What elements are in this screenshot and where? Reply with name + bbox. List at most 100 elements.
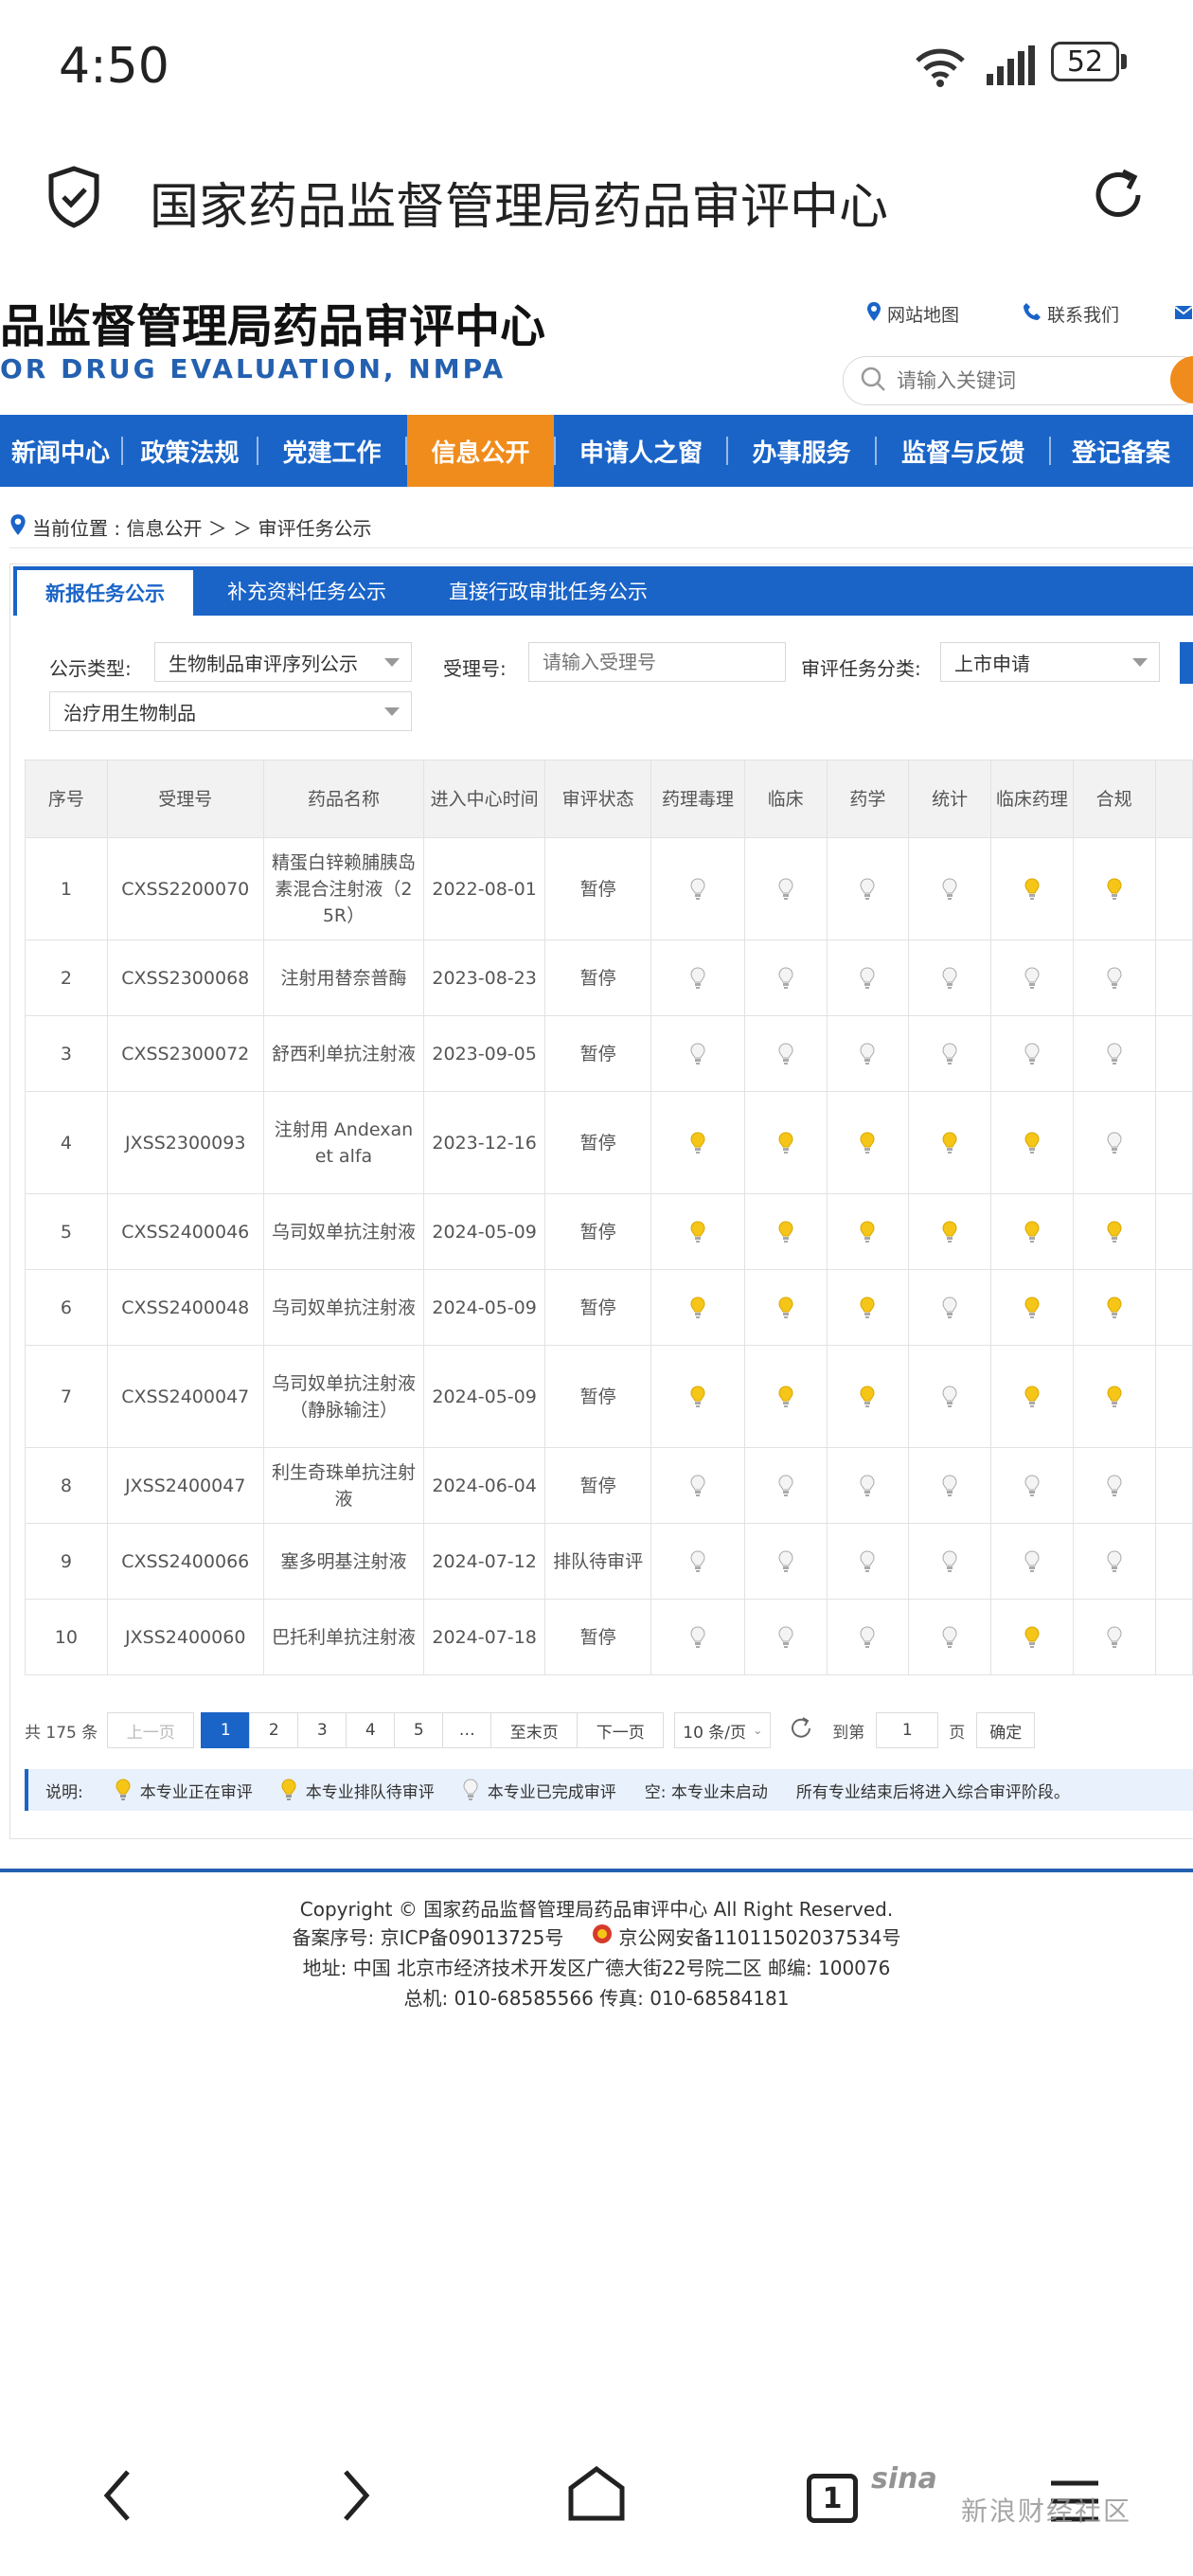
acceptance-number-input[interactable] [528,642,786,682]
filter-category-label: 审评任务分类: [801,657,921,680]
footer-police-record[interactable]: 京公网安备11011502037534号 [592,1923,900,1950]
cell-status-light [650,1015,745,1092]
cell-name[interactable]: 巴托利单抗注射液 [262,1599,425,1675]
cell-status-light [826,1269,910,1346]
cell-status-light [826,837,910,940]
cell-no: 2 [25,939,108,1016]
cell-status-light [650,939,745,1016]
browser-page-title[interactable]: 国家药品监督管理局药品审评中心 [150,167,888,238]
reload-icon[interactable] [1089,166,1148,228]
cell-name[interactable]: 精蛋白锌赖脯胰岛素混合注射液（25R） [262,837,425,940]
mail-icon[interactable] [1174,305,1193,324]
bulb-done-icon [1107,1132,1122,1154]
prev-page-button[interactable]: 上一页 [107,1712,195,1748]
col-header: 统计 [908,760,991,838]
filter-type-select[interactable]: 生物制品审评序列公示 [154,642,412,682]
tab-bar: 新报任务公示 补充资料任务公示 直接行政审批任务公示 [13,566,1193,616]
cell-id[interactable]: CXSS2400066 [106,1523,264,1600]
next-page-button[interactable]: 下一页 [577,1712,665,1748]
bulb-active-icon [1107,1297,1122,1318]
cell-id[interactable]: JXSS2400060 [106,1599,264,1675]
cell-name[interactable]: 乌司奴单抗注射液（静脉输注） [262,1345,425,1448]
nav-news[interactable]: 新闻中心 [0,415,121,487]
cell-id[interactable]: CXSS2200070 [106,837,264,940]
goto-confirm-button[interactable]: 确定 [976,1712,1036,1748]
page-button[interactable]: 4 [346,1712,396,1748]
cell-status-light [743,1193,828,1270]
cell-status-light [1072,837,1156,940]
cell-id[interactable]: JXSS2400047 [106,1447,264,1524]
goto-page-input[interactable] [876,1712,939,1748]
cell-status: 暂停 [544,1447,652,1524]
cell-overflow [1154,1015,1193,1092]
bulb-active-icon [1024,1626,1040,1648]
cell-name[interactable]: 乌司奴单抗注射液 [262,1269,425,1346]
nav-supervision[interactable]: 监督与反馈 [877,415,1049,487]
nav-services[interactable]: 办事服务 [728,415,875,487]
bulb-done-icon [778,878,793,900]
bulb-done-icon [1107,1475,1122,1496]
page-button[interactable]: 2 [249,1712,299,1748]
page-button[interactable]: 5 [394,1712,444,1748]
footer-registration: 备案序号: 京ICP备09013725号 京公网安备11011502037534… [0,1923,1193,1950]
bulb-active-icon [778,1221,793,1243]
forward-icon[interactable] [336,2467,374,2528]
footer-icp[interactable]: 备案序号: 京ICP备09013725号 [293,1923,564,1950]
home-icon[interactable] [566,2465,627,2528]
filter-sub-select[interactable]: 治疗用生物制品 [49,691,412,731]
sitemap-link[interactable]: 网站地图 [866,301,959,327]
shield-check-icon[interactable] [45,166,102,232]
cell-id[interactable]: CXSS2400048 [106,1269,264,1346]
search-input[interactable] [895,360,1183,402]
nav-party[interactable]: 党建工作 [258,415,405,487]
nav-policy[interactable]: 政策法规 [123,415,257,487]
cell-name[interactable]: 注射用替奈普酶 [262,939,425,1016]
cell-id[interactable]: CXSS2300072 [106,1015,264,1092]
nav-info-disclosure[interactable]: 信息公开 [407,415,554,487]
tabs-count-button[interactable]: 1 [807,2474,858,2523]
cell-id[interactable]: CXSS2300068 [106,939,264,1016]
filter-type-value: 生物制品审评序列公示 [169,652,358,675]
query-button[interactable] [1180,642,1193,684]
col-header: 进入中心时间 [423,760,546,838]
cell-name[interactable]: 塞多明基注射液 [262,1523,425,1600]
wifi-icon [914,45,967,93]
cell-name[interactable]: 利生奇珠单抗注射液 [262,1447,425,1524]
cell-status-light [1072,1091,1156,1194]
cell-name[interactable]: 乌司奴单抗注射液 [262,1193,425,1270]
contact-link[interactable]: 联系我们 [1023,301,1119,327]
cell-status-light [908,1193,991,1270]
last-page-button[interactable]: 至末页 [490,1712,579,1748]
back-icon[interactable] [99,2467,137,2528]
cell-status-light [1072,1193,1156,1270]
page-ellipsis[interactable]: … [442,1712,492,1748]
page-button[interactable]: 3 [297,1712,347,1748]
tab-supplement-tasks[interactable]: 补充资料任务公示 [193,566,415,616]
filter-category-select[interactable]: 上市申请 [940,642,1160,682]
refresh-icon[interactable] [789,1716,813,1745]
table-row: 9 CXSS2400066 塞多明基注射液 2024-07-12 排队待审评 [25,1523,1193,1600]
tab-direct-approval-tasks[interactable]: 直接行政审批任务公示 [415,566,676,616]
tab-new-tasks[interactable]: 新报任务公示 [17,570,193,616]
signal-icon [985,44,1038,91]
table-header-row: 序号 受理号 药品名称 进入中心时间 审评状态 药理毒理 临床 药学 统计 临床… [25,760,1193,838]
search-icon [860,366,886,396]
page-button[interactable]: 1 [201,1712,251,1748]
page-size-select[interactable]: 10 条/页 ⌄ [674,1712,772,1748]
table-row: 4 JXSS2300093 注射用 Andexanet alfa 2023-12-16… [25,1091,1193,1194]
cell-id[interactable]: CXSS2400046 [106,1193,264,1270]
cell-name[interactable]: 舒西利单抗注射液 [262,1015,425,1092]
col-header: 审评状态 [544,760,652,838]
cell-id[interactable]: JXSS2300093 [106,1091,264,1194]
cell-status: 暂停 [544,1599,652,1675]
nav-applicant[interactable]: 申请人之窗 [556,415,726,487]
cell-status-light [990,1599,1074,1675]
cell-status-light [908,1269,991,1346]
nav-registration[interactable]: 登记备案 [1051,415,1193,487]
cell-status-light [908,1447,991,1524]
cell-id[interactable]: CXSS2400047 [106,1345,264,1448]
cell-name[interactable]: 注射用 Andexanet alfa [262,1091,425,1194]
bulb-done-icon [1024,967,1040,989]
bulb-done-icon [942,1626,957,1648]
total-count: 共 175 条 [25,1723,98,1743]
